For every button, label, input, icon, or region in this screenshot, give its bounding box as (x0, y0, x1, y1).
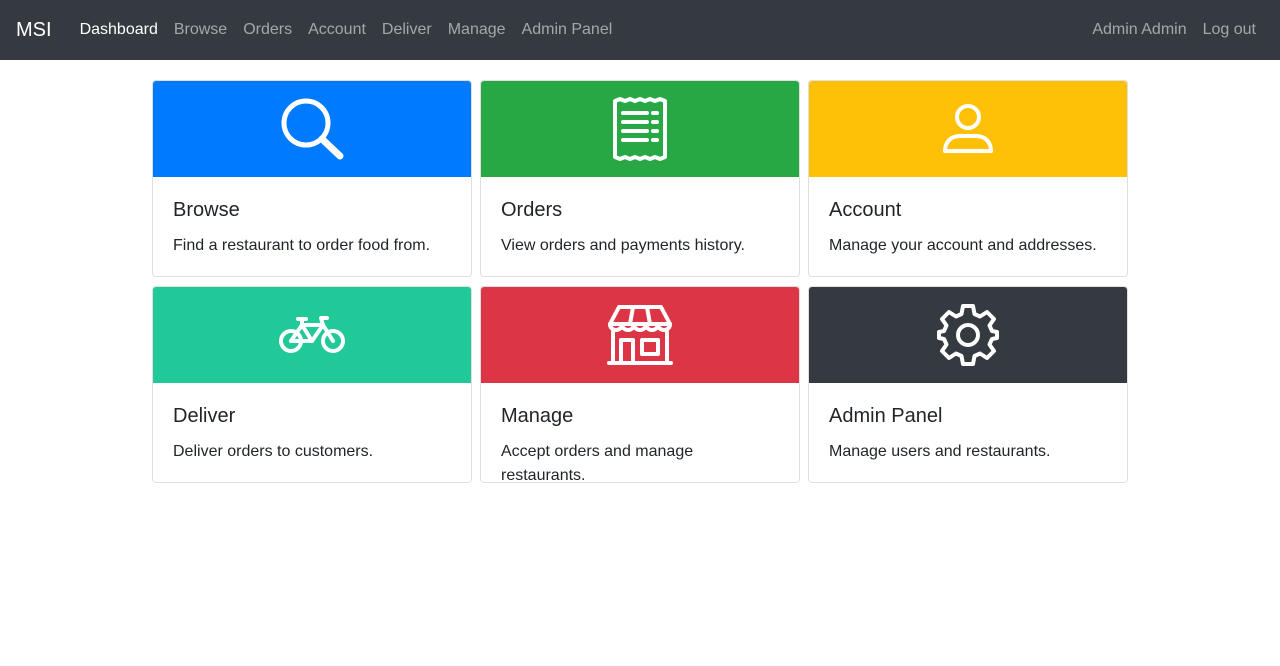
card-body: Browse Find a restaurant to order food f… (153, 177, 471, 258)
card-header (153, 81, 471, 177)
dashboard-grid: Browse Find a restaurant to order food f… (148, 80, 1132, 483)
card-body: Orders View orders and payments history. (481, 177, 799, 258)
card-title: Admin Panel (829, 405, 943, 427)
card-deliver[interactable]: Deliver Deliver orders to customers. (152, 286, 472, 483)
top-navbar: MSI Dashboard Browse Orders Account Deli… (0, 0, 1280, 60)
card-header (481, 287, 799, 383)
search-icon (279, 96, 345, 162)
card-title: Browse (173, 199, 240, 221)
card-text: View orders and payments history. (501, 237, 745, 254)
card-account[interactable]: Account Manage your account and addresse… (808, 80, 1128, 277)
receipt-icon (611, 97, 669, 161)
user-nav: Admin Admin Log out (1084, 21, 1264, 39)
card-browse[interactable]: Browse Find a restaurant to order food f… (152, 80, 472, 277)
card-title: Deliver (173, 405, 236, 427)
card-header (153, 287, 471, 383)
logout-link[interactable]: Log out (1195, 21, 1264, 39)
main-nav: Dashboard Browse Orders Account Deliver … (72, 21, 621, 39)
nav-orders[interactable]: Orders (235, 21, 300, 39)
gear-icon (935, 302, 1001, 368)
card-manage[interactable]: Manage Accept orders and manage restaura… (480, 286, 800, 483)
nav-deliver[interactable]: Deliver (374, 21, 440, 39)
card-text: Manage users and restaurants. (829, 443, 1051, 460)
card-header (481, 81, 799, 177)
card-text: Deliver orders to customers. (173, 443, 374, 460)
nav-dashboard[interactable]: Dashboard (72, 21, 166, 39)
nav-manage[interactable]: Manage (440, 21, 514, 39)
card-header (809, 287, 1127, 383)
card-body: Admin Panel Manage users and restaurants… (809, 383, 1127, 464)
card-text: Accept orders and manage restaurants. (501, 443, 694, 483)
brand-logo[interactable]: MSI (16, 19, 52, 42)
card-admin-panel[interactable]: Admin Panel Manage users and restaurants… (808, 286, 1128, 483)
card-text: Find a restaurant to order food from. (173, 237, 431, 254)
card-orders[interactable]: Orders View orders and payments history. (480, 80, 800, 277)
bicycle-icon (279, 315, 345, 355)
user-name-link[interactable]: Admin Admin (1084, 21, 1194, 39)
card-body: Account Manage your account and addresse… (809, 177, 1127, 258)
nav-account[interactable]: Account (300, 21, 374, 39)
nav-admin-panel[interactable]: Admin Panel (514, 21, 621, 39)
card-title: Orders (501, 199, 563, 221)
card-body: Deliver Deliver orders to customers. (153, 383, 471, 464)
card-text: Manage your account and addresses. (829, 237, 1097, 254)
card-title: Manage (501, 405, 574, 427)
card-body: Manage Accept orders and manage restaura… (481, 383, 799, 483)
card-header (809, 81, 1127, 177)
store-icon (607, 304, 673, 366)
user-icon (942, 103, 994, 155)
nav-browse[interactable]: Browse (166, 21, 235, 39)
card-title: Account (829, 199, 902, 221)
